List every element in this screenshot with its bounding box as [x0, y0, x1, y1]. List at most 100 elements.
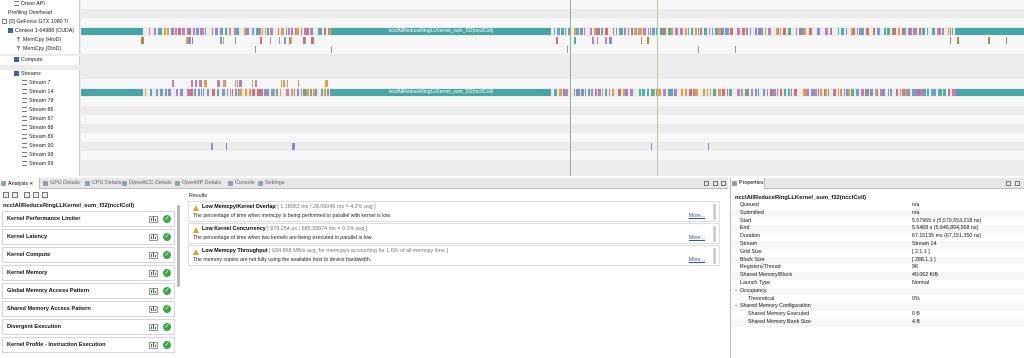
kernel-segment[interactable] [952, 28, 953, 35]
kernel-segment[interactable] [625, 89, 628, 96]
kernel-segment[interactable] [873, 28, 875, 35]
kernel-segment[interactable] [648, 28, 649, 35]
kernel-segment[interactable] [197, 28, 199, 35]
timeline-lane[interactable] [81, 18, 1024, 27]
kernel-segment[interactable] [194, 89, 196, 96]
stream-segment[interactable] [211, 143, 213, 150]
timeline-row-streams[interactable]: Streams [0, 70, 1024, 79]
kernel-segment[interactable] [218, 89, 219, 96]
kernel-segment[interactable] [624, 28, 626, 35]
kernel-segment[interactable] [887, 28, 890, 35]
kernel-segment[interactable] [718, 89, 721, 96]
timeline-lane[interactable] [81, 0, 1024, 9]
kernel-segment[interactable] [758, 89, 759, 96]
timeline-row-memcpy-dtod[interactable]: MemCpy (DtoD) [0, 45, 1024, 54]
more-link[interactable]: More... [689, 235, 705, 241]
kernel-segment[interactable] [286, 28, 287, 35]
kernel-segment[interactable] [652, 28, 655, 35]
memcpy-dtod-marker[interactable] [331, 46, 332, 53]
kernel-segment[interactable] [168, 89, 171, 96]
kernel-segment[interactable] [893, 28, 896, 35]
analysis-item[interactable]: Kernel Memory ✓ [2, 265, 175, 281]
analysis-item[interactable]: Kernel Profile - Instruction Execution ✓ [2, 337, 175, 353]
kernel-segment[interactable] [763, 89, 765, 96]
stream-segment[interactable] [708, 143, 709, 150]
kernel-segment[interactable] [704, 28, 707, 35]
analyze-chart-icon[interactable] [149, 270, 158, 277]
kernel-segment[interactable] [557, 28, 560, 35]
kernel-segment[interactable] [574, 89, 575, 96]
refresh-icon[interactable] [33, 192, 39, 198]
result-scrollbar[interactable] [713, 248, 716, 264]
kernel-segment[interactable] [192, 89, 193, 96]
kernel-segment[interactable] [685, 28, 687, 35]
timeline-view[interactable]: Driver API Profiling Overhead [0] GeForce … [0, 0, 1024, 176]
stream-segment[interactable] [325, 80, 328, 87]
kernel-segment[interactable] [814, 89, 817, 96]
settings-icon[interactable] [42, 192, 48, 198]
memcpy-marker[interactable] [220, 37, 222, 44]
kernel-segment[interactable] [296, 28, 299, 35]
kernel-segment[interactable] [230, 28, 231, 35]
tab-openmp-details[interactable]: OpenMP Details [174, 178, 226, 189]
kernel-segment[interactable] [755, 89, 757, 96]
analyze-chart-icon[interactable] [149, 324, 158, 331]
kernel-segment[interactable] [245, 89, 247, 96]
minimize-icon[interactable] [713, 181, 718, 186]
timeline-row-stream-98[interactable]: Stream 98 [0, 151, 1024, 160]
stream-segment[interactable] [283, 80, 285, 87]
stream-segment[interactable] [204, 80, 207, 87]
kernel-segment[interactable] [565, 28, 566, 35]
kernel-segment[interactable] [180, 89, 183, 96]
kernel-segment[interactable] [599, 89, 601, 96]
timeline-lane[interactable] [81, 106, 1024, 115]
guided-mode-icon[interactable] [12, 192, 18, 198]
kernel-segment[interactable] [948, 28, 949, 35]
kernel-segment[interactable] [650, 28, 651, 35]
kernel-segment[interactable] [612, 89, 614, 96]
analyze-chart-icon[interactable] [149, 216, 158, 223]
kernel-segment[interactable] [171, 28, 174, 35]
kernel-segment[interactable] [620, 28, 623, 35]
kernel-segment[interactable] [643, 28, 646, 35]
kernel-segment[interactable] [794, 89, 797, 96]
tab-settings[interactable]: Settings [257, 178, 291, 189]
stream-segment[interactable] [252, 80, 253, 87]
kernel-segment[interactable] [767, 89, 768, 96]
kernel-segment[interactable] [310, 89, 312, 96]
kernel-segment[interactable] [756, 28, 757, 35]
analysis-item[interactable]: Global Memory Access Pattern ✓ [2, 283, 175, 299]
memcpy-marker[interactable] [950, 37, 951, 44]
kernel-segment[interactable] [834, 89, 836, 96]
analysis-item[interactable]: Kernel Performance Limiter ✓ [2, 211, 175, 227]
timeline-lane[interactable] [81, 133, 1024, 142]
result-scrollbar[interactable] [713, 204, 716, 220]
stream-segment[interactable] [281, 80, 282, 87]
timeline-lane[interactable] [81, 97, 1024, 106]
kernel-segment[interactable] [866, 28, 869, 35]
kernel-segment[interactable] [605, 28, 608, 35]
kernel-segment[interactable] [182, 28, 185, 35]
timeline-row-stream-88[interactable]: Stream 88 [0, 124, 1024, 133]
timeline-row-compute[interactable]: Compute [0, 56, 1024, 65]
kernel-segment[interactable] [927, 89, 929, 96]
kernel-segment[interactable] [691, 28, 693, 35]
kernel-segment[interactable] [707, 89, 708, 96]
tab-properties[interactable]: Properties [731, 178, 765, 189]
kernel-segment[interactable] [161, 89, 163, 96]
kernel-segment[interactable] [588, 89, 590, 96]
kernel-segment[interactable] [916, 28, 917, 35]
analysis-item[interactable]: Shared Memory Access Pattern ✓ [2, 301, 175, 317]
kernel-segment[interactable] [227, 89, 228, 96]
kernel-segment[interactable] [675, 89, 677, 96]
kernel-segment[interactable] [225, 28, 227, 35]
kernel-segment[interactable] [872, 89, 873, 96]
stream-segment[interactable] [298, 80, 299, 87]
kernel-segment[interactable] [252, 28, 254, 35]
kernel-segment[interactable] [597, 28, 600, 35]
kernel-segment[interactable] [751, 89, 753, 96]
timeline-lane[interactable] [81, 70, 1024, 79]
kernel-bar[interactable] [81, 89, 143, 96]
kernel-segment[interactable] [150, 89, 152, 96]
kernel-segment[interactable] [710, 89, 711, 96]
